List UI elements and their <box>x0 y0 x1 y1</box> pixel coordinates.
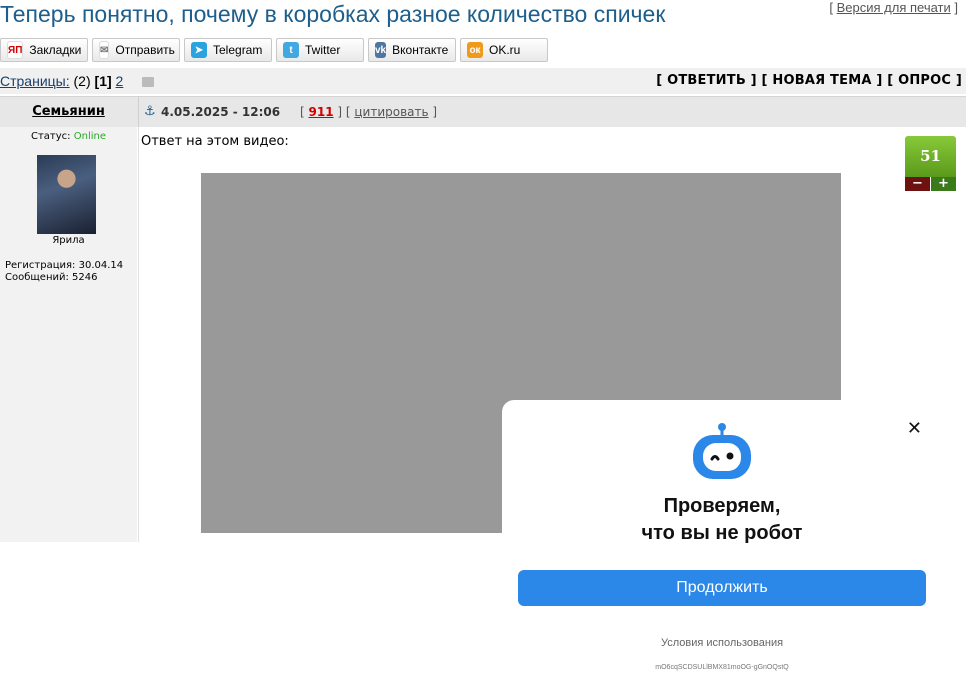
share-send-button[interactable]: ✉ Отправить <box>92 38 180 62</box>
print-version-link[interactable]: [ Версия для печати ] <box>829 0 958 15</box>
pages-total: (2) <box>73 73 91 89</box>
anchor-icon[interactable]: ⚓ <box>144 104 156 119</box>
mail-icon: ✉ <box>99 41 110 59</box>
column-divider <box>138 127 139 542</box>
rating-plus-button[interactable]: + <box>931 177 956 191</box>
share-send-label: Отправить <box>115 43 175 57</box>
pages-label[interactable]: Страницы: <box>0 73 70 89</box>
share-vk-button[interactable]: vk Вконтакте <box>368 38 456 62</box>
telegram-icon: ➤ <box>191 42 207 58</box>
rating-value: 51 <box>905 136 956 177</box>
yandex-bookmarks-icon: ЯП <box>7 41 24 59</box>
post-text: Ответ на этом видео: <box>141 134 289 149</box>
pagination-bar: Страницы: (2) [1] 2 [ ОТВЕТИТЬ ] [ НОВАЯ… <box>0 68 966 94</box>
post-meta: [ 911 ] [ цитировать ] <box>300 105 438 119</box>
user-status: Статус: Online <box>0 131 137 142</box>
quote-link[interactable]: цитировать <box>354 105 428 119</box>
status-label: Статус: <box>31 131 71 142</box>
share-bar: ЯП Закладки ✉ Отправить ➤ Telegram t Twi… <box>0 38 552 62</box>
avatar <box>37 155 96 234</box>
share-bookmarks-button[interactable]: ЯП Закладки <box>0 38 88 62</box>
captcha-title-line2: что вы не робот <box>641 522 803 544</box>
pagination: Страницы: (2) [1] 2 <box>0 73 123 89</box>
share-twitter-button[interactable]: t Twitter <box>276 38 364 62</box>
share-vk-label: Вконтакте <box>392 43 449 57</box>
share-twitter-label: Twitter <box>305 43 341 57</box>
new-topic-button[interactable]: [ НОВАЯ ТЕМА ] <box>762 73 883 88</box>
post-number-link[interactable]: 911 <box>309 105 334 119</box>
topic-actions: [ ОТВЕТИТЬ ] [ НОВАЯ ТЕМА ] [ ОПРОС ] <box>656 73 962 88</box>
author-panel: Статус: Online Ярила Регистрация: 30.04.… <box>0 127 137 542</box>
share-bookmarks-label: Закладки <box>29 43 82 57</box>
share-telegram-button[interactable]: ➤ Telegram <box>184 38 272 62</box>
terms-link[interactable]: Условия использования <box>502 637 942 649</box>
post-date: 4.05.2025 - 12:06 <box>161 105 281 119</box>
user-stats: Регистрация: 30.04.14 Сообщений: 5246 <box>5 260 123 284</box>
print-version-label[interactable]: Версия для печати <box>837 0 951 15</box>
page-2-link[interactable]: 2 <box>116 73 124 89</box>
captcha-token: mO6cqSCDSULlBMX81moOG-gGnOQstQ <box>655 664 789 671</box>
poll-button[interactable]: [ ОПРОС ] <box>887 73 962 88</box>
page-current: [1] <box>94 73 112 89</box>
post-rating: 51 − + <box>905 136 956 191</box>
rating-minus-button[interactable]: − <box>905 177 930 191</box>
status-online: Online <box>73 131 106 142</box>
share-ok-button[interactable]: ок OK.ru <box>460 38 548 62</box>
envelope-icon[interactable] <box>142 77 154 87</box>
robot-icon <box>693 423 751 479</box>
ok-icon: ок <box>467 42 483 58</box>
registration-date: Регистрация: 30.04.14 <box>5 260 124 271</box>
captcha-modal: ✕ Проверяем, что вы не робот Продолжить … <box>502 400 942 690</box>
avatar-caption: Ярила <box>52 235 85 246</box>
post-header: Семьянин ⚓ 4.05.2025 - 12:06 [ 911 ] [ ц… <box>0 96 966 127</box>
share-ok-label: OK.ru <box>489 43 521 57</box>
share-telegram-label: Telegram <box>213 43 263 57</box>
post-author[interactable]: Семьянин <box>0 97 137 127</box>
continue-button[interactable]: Продолжить <box>518 570 926 606</box>
twitter-icon: t <box>283 42 299 58</box>
captcha-title-line1: Проверяем, <box>663 495 781 517</box>
header-divider <box>138 97 139 127</box>
captcha-title: Проверяем, что вы не робот <box>502 493 942 547</box>
message-count: Сообщений: 5246 <box>5 272 98 283</box>
vk-icon: vk <box>375 42 387 58</box>
close-icon[interactable]: ✕ <box>907 418 922 439</box>
video-embed[interactable]: ✕ Проверяем, что вы не робот Продолжить … <box>201 173 942 690</box>
reply-button[interactable]: [ ОТВЕТИТЬ ] <box>656 73 757 88</box>
page-title: Теперь понятно, почему в коробках разное… <box>0 1 666 27</box>
